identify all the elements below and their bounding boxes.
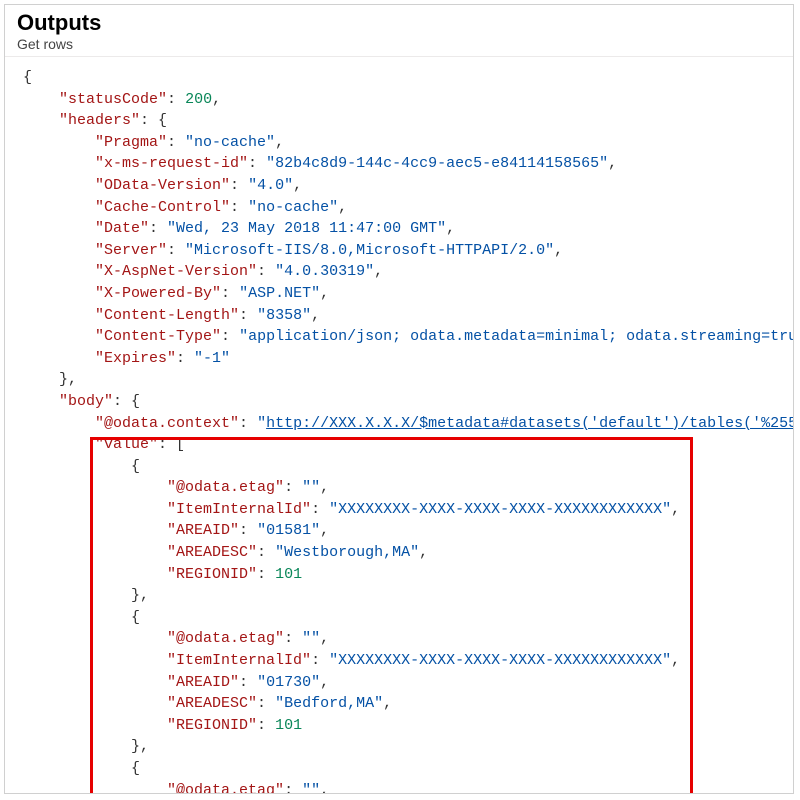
- json-output: { "statusCode": 200, "headers": { "Pragm…: [5, 57, 793, 794]
- panel-subtitle: Get rows: [17, 36, 781, 52]
- odata-context-link[interactable]: http://XXX.X.X.X/$metadata#datasets('def…: [266, 415, 793, 432]
- json-code-block: { "statusCode": 200, "headers": { "Pragm…: [13, 67, 785, 794]
- panel-header: Outputs Get rows: [5, 5, 793, 57]
- panel-title: Outputs: [17, 10, 781, 36]
- outputs-panel: Outputs Get rows { "statusCode": 200, "h…: [4, 4, 794, 794]
